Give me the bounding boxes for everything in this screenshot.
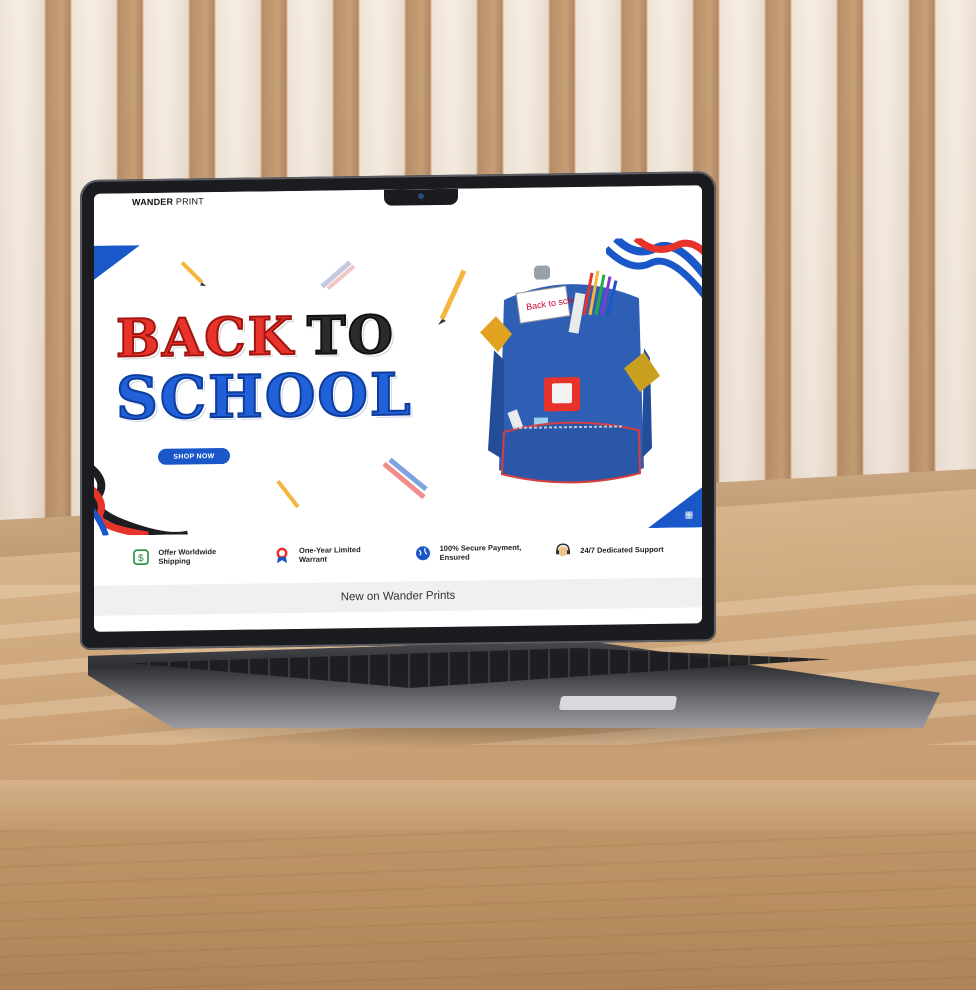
laptop-screen: WANDER PRINT BACK TO SCHOOL SHOP NOW Bac… — [94, 185, 702, 632]
blurred-pencils-decor — [382, 457, 428, 500]
accessibility-widget-icon[interactable]: ▦ — [682, 507, 696, 521]
hero-title-line-1: BACK TO — [115, 304, 396, 371]
section-title: New on Wander Prints — [340, 589, 456, 604]
camera-icon — [418, 193, 424, 200]
pencil-icon — [276, 479, 300, 509]
feature-item: One-Year Limited Warrant — [273, 544, 385, 564]
laptop: WANDER PRINT BACK TO SCHOOL SHOP NOW Bac… — [0, 0, 976, 990]
site-logo[interactable]: WANDER PRINT — [132, 196, 204, 207]
pencil-icon — [180, 261, 206, 287]
corner-triangle-decor — [94, 245, 140, 280]
dollar-icon: $ — [132, 548, 150, 566]
new-arrivals-section-header: New on Wander Prints — [94, 577, 702, 616]
award-ribbon-icon — [273, 546, 291, 564]
shop-now-button[interactable]: SHOP NOW — [158, 447, 230, 465]
svg-text:$: $ — [138, 553, 144, 564]
laptop-lid: WANDER PRINT BACK TO SCHOOL SHOP NOW Bac… — [80, 171, 716, 650]
feature-item: $ Offer Worldwide Shipping — [132, 546, 244, 566]
hero-title-line-2: SCHOOL — [115, 359, 414, 433]
wave-stripes-decor — [94, 462, 189, 536]
pencil-icon — [438, 269, 467, 326]
feature-item: 24/7 Dedicated Support — [554, 541, 664, 561]
camera-notch — [384, 188, 458, 206]
blurred-pencils-decor — [320, 260, 356, 291]
backpack-illustration: Back to school! — [480, 265, 660, 484]
support-agent-icon — [554, 542, 572, 560]
features-bar: $ Offer Worldwide Shipping One-Year Limi… — [94, 527, 702, 580]
feature-item: 100% Secure Payment, Ensured — [414, 542, 526, 562]
laptop-trackpad — [558, 696, 678, 710]
globe-icon — [414, 544, 432, 562]
hero-banner[interactable]: BACKTO SCHOOL SHOP NOW Back to school! — [94, 237, 702, 536]
